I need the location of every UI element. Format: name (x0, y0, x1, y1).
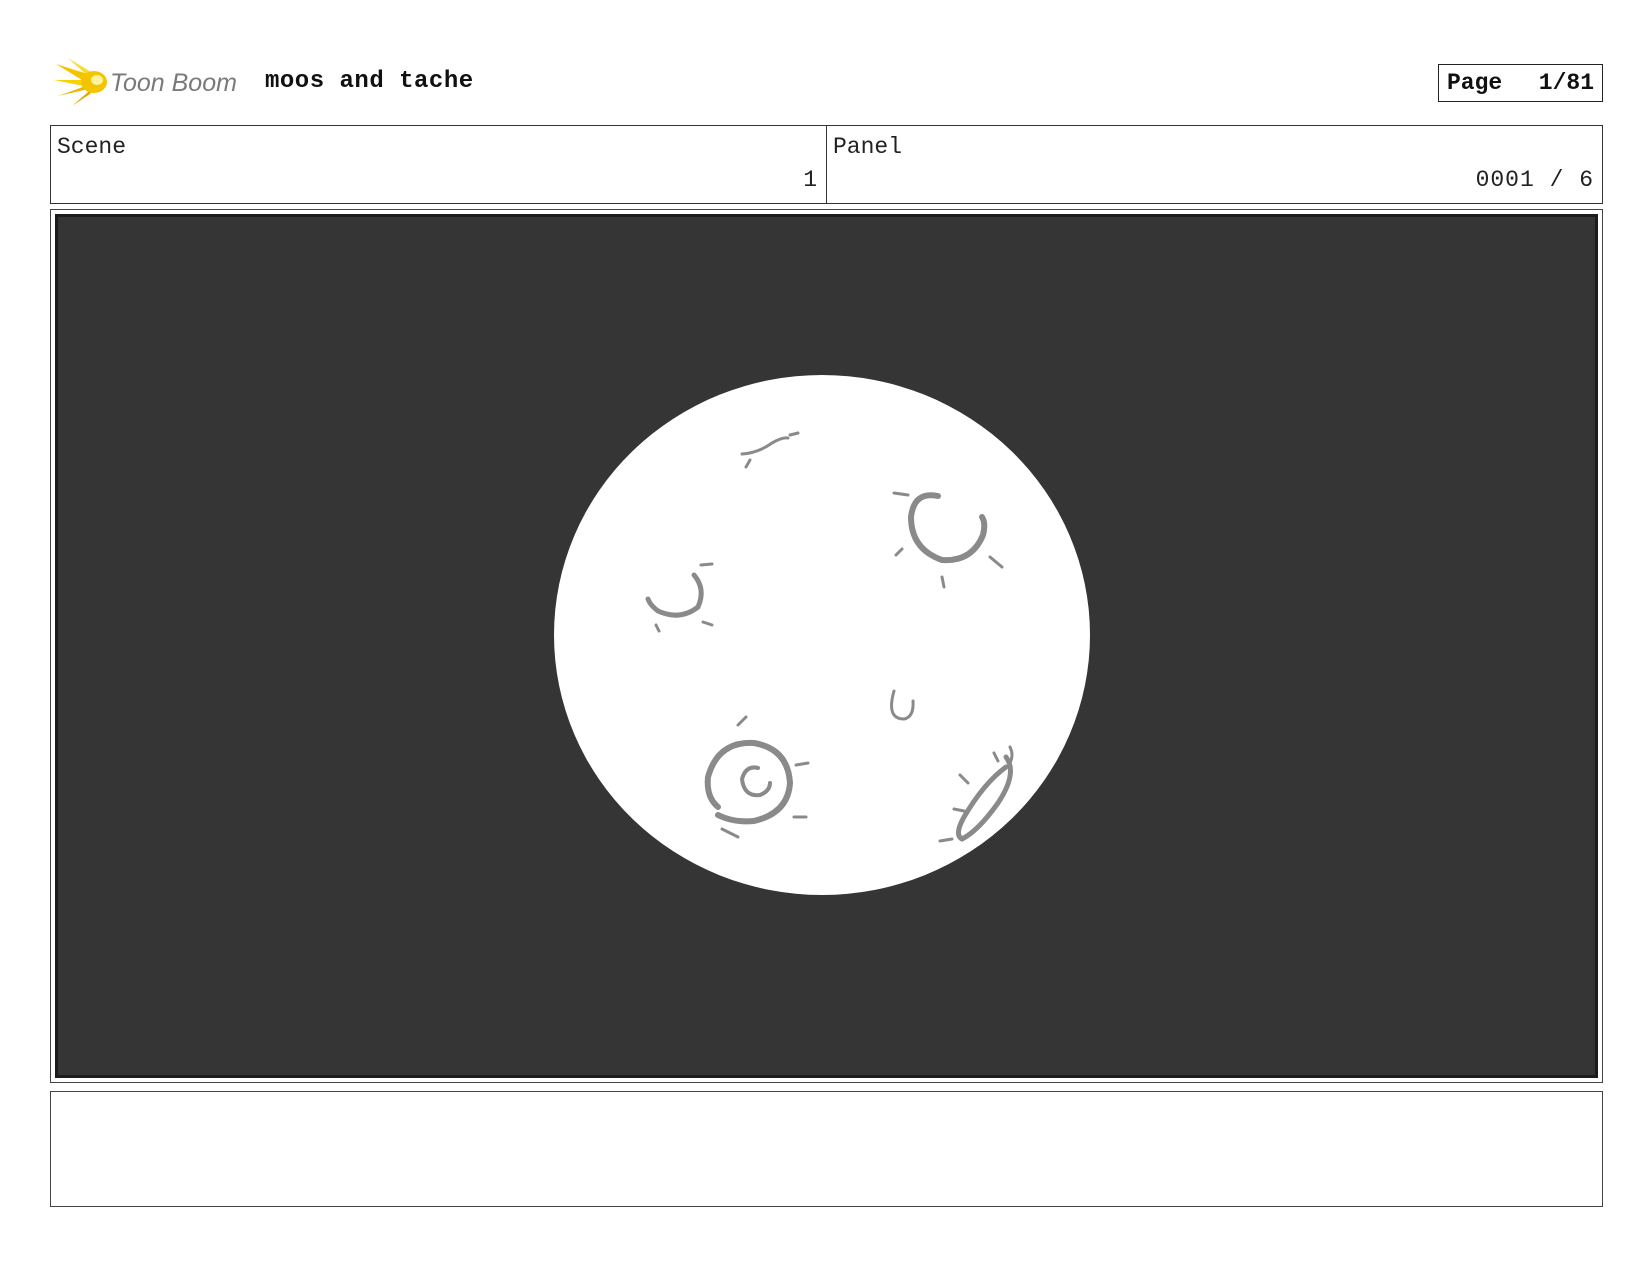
panel-notes (50, 1091, 1603, 1207)
moon-icon (554, 375, 1090, 895)
scene-label: Scene (57, 134, 127, 160)
toon-boom-logo-icon: Toon Boom (54, 58, 237, 106)
page-header: Toon Boom moos and tache Page 1/81 (50, 56, 1603, 108)
panel-cell: Panel 0001 / 6 (826, 126, 1602, 203)
page-number: 1/81 (1538, 70, 1594, 96)
panel-number: 0001 / 6 (1475, 167, 1594, 193)
page-label: Page (1447, 70, 1503, 96)
logo-text: Toon Boom (110, 69, 237, 97)
scene-cell: Scene 1 (51, 126, 826, 203)
toon-boom-logo: Toon Boom (54, 56, 256, 108)
moon-illustration (554, 375, 1090, 895)
panel-label: Panel (833, 134, 903, 160)
scene-panel-info: Scene 1 Panel 0001 / 6 (50, 125, 1603, 204)
storyboard-panel-frame (50, 209, 1603, 1083)
starburst-icon (54, 58, 107, 106)
storyboard-panel-image (55, 214, 1598, 1078)
scene-number: 1 (803, 167, 818, 193)
project-title: moos and tache (265, 68, 474, 95)
page-indicator: Page 1/81 (1438, 64, 1603, 102)
